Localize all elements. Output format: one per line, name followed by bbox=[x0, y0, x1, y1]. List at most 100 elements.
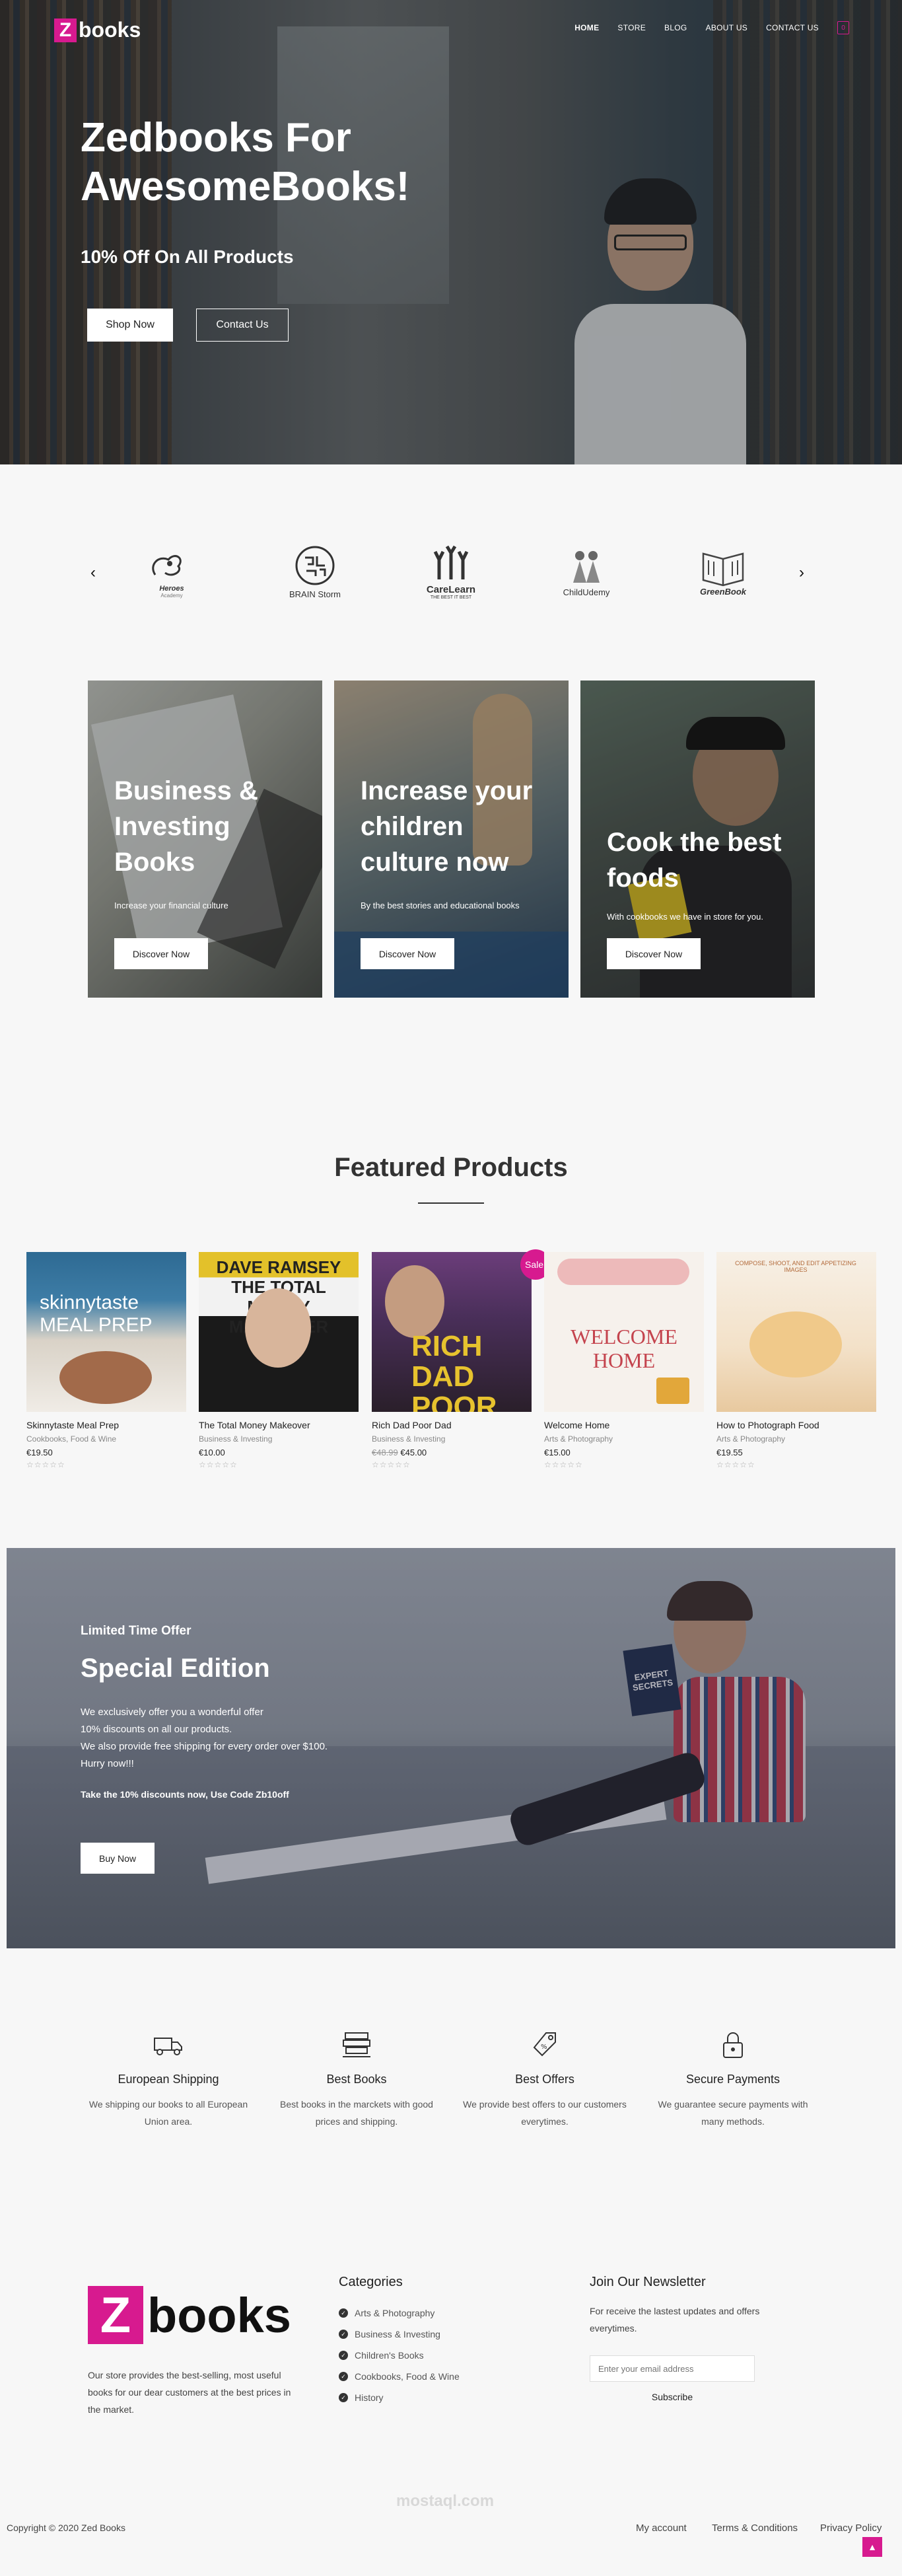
product-card[interactable]: WELCOME HOME Welcome Home Arts & Photogr… bbox=[544, 1252, 704, 1469]
brand-greenbook: GreenBook bbox=[680, 535, 766, 608]
brand-name: CareLearn bbox=[426, 584, 476, 595]
subscribe-button[interactable]: Subscribe bbox=[590, 2392, 755, 2402]
product-name[interactable]: Welcome Home bbox=[544, 1420, 704, 1430]
cover-title: skinnytaste MEAL PREP bbox=[40, 1292, 153, 1336]
nav-store[interactable]: STORE bbox=[617, 23, 646, 32]
product-card[interactable]: COMPOSE, SHOOT, AND EDIT APPETIZING IMAG… bbox=[716, 1252, 876, 1469]
special-title: Special Edition bbox=[81, 1654, 270, 1683]
email-field[interactable] bbox=[590, 2355, 755, 2382]
featured-underline bbox=[418, 1202, 484, 1204]
shop-now-button[interactable]: Shop Now bbox=[87, 309, 173, 342]
rating-stars-icon: ☆☆☆☆☆ bbox=[716, 1460, 755, 1469]
feature-shipping: European Shipping We shipping our books … bbox=[83, 2025, 254, 2130]
product-image[interactable]: skinnytaste MEAL PREP bbox=[26, 1252, 186, 1412]
promo-card-cook[interactable]: Cook the best foods With cookbooks we ha… bbox=[580, 681, 815, 998]
buy-now-button[interactable]: Buy Now bbox=[81, 1843, 155, 1874]
product-price: €48.99 €45.00 bbox=[372, 1448, 427, 1457]
newsletter-desc: For receive the lastest updates and offe… bbox=[590, 2306, 760, 2334]
product-price: €19.50 bbox=[26, 1448, 53, 1457]
brands-prev-arrow[interactable]: ‹ bbox=[90, 564, 96, 582]
brand-name: ChildUdemy bbox=[563, 587, 610, 597]
main-nav: HOME STORE BLOG ABOUT US CONTACT US 0 bbox=[574, 21, 849, 34]
promo-card-business[interactable]: Business & Investing Books Increase your… bbox=[88, 681, 322, 998]
brands-next-arrow[interactable]: › bbox=[799, 564, 804, 582]
category-list: ✓ Arts & Photography ✓ Business & Investin… bbox=[339, 2302, 460, 2408]
category-item[interactable]: ✓ Arts & Photography bbox=[339, 2302, 460, 2324]
nav-contact[interactable]: CONTACT US bbox=[766, 23, 819, 32]
brand-brainstorm: BRAIN Storm bbox=[272, 535, 358, 608]
hero-title: Zedbooks For AwesomeBooks! bbox=[81, 115, 410, 209]
nav-home[interactable]: HOME bbox=[574, 23, 599, 32]
product-category: Business & Investing bbox=[372, 1434, 446, 1444]
brain-logo-icon bbox=[295, 546, 335, 585]
hero-section: Z books HOME STORE BLOG ABOUT US CONTACT… bbox=[0, 0, 902, 464]
logo-mark: Z bbox=[88, 2286, 143, 2344]
feature-desc: We guarantee secure payments with many m… bbox=[658, 2099, 808, 2127]
product-card[interactable]: RICH DAD POOR DAD Sale! Rich Dad Poor Da… bbox=[372, 1249, 551, 1469]
check-icon: ✓ bbox=[339, 2393, 348, 2402]
category-item[interactable]: ✓ Business & Investing bbox=[339, 2324, 460, 2345]
link-privacy[interactable]: Privacy Policy bbox=[820, 2522, 882, 2534]
footer-logo[interactable]: Z books bbox=[88, 2286, 291, 2344]
scroll-top-button[interactable]: ▲ bbox=[862, 2537, 882, 2557]
feature-desc: We shipping our books to all European Un… bbox=[88, 2099, 248, 2127]
category-item[interactable]: ✓ Children's Books bbox=[339, 2345, 460, 2366]
feature-title: Secure Payments bbox=[685, 2073, 781, 2086]
product-name[interactable]: How to Photograph Food bbox=[716, 1420, 876, 1430]
product-price: €10.00 bbox=[199, 1448, 225, 1457]
promo-card-children[interactable]: Increase your children culture now By th… bbox=[334, 681, 569, 998]
product-name[interactable]: Rich Dad Poor Dad bbox=[372, 1420, 532, 1430]
nav-about[interactable]: ABOUT US bbox=[706, 23, 748, 32]
product-category: Arts & Photography bbox=[544, 1434, 613, 1444]
product-image[interactable]: RICH DAD POOR DAD bbox=[372, 1252, 532, 1412]
product-card[interactable]: DAVE RAMSEY THE TOTAL MONEY MAKEOVER The… bbox=[199, 1252, 359, 1469]
brand-childudemy: ChildUdemy bbox=[543, 535, 629, 608]
promo-title: Increase your children culture now bbox=[361, 776, 533, 877]
brand-carelearn: CareLearn THE BEST IT BEST bbox=[408, 535, 494, 608]
link-my-account[interactable]: My account bbox=[636, 2522, 687, 2534]
svg-text:%: % bbox=[541, 2043, 547, 2051]
brand-name: Heroes bbox=[159, 584, 184, 593]
product-image[interactable]: WELCOME HOME bbox=[544, 1252, 704, 1412]
product-card[interactable]: skinnytaste MEAL PREP Skinnytaste Meal P… bbox=[26, 1252, 186, 1469]
nav-blog[interactable]: BLOG bbox=[664, 23, 687, 32]
product-name[interactable]: The Total Money Makeover bbox=[199, 1420, 359, 1430]
feature-payments: Secure Payments We guarantee secure paym… bbox=[647, 2025, 819, 2130]
logo-word: books bbox=[79, 18, 141, 42]
copyright: Copyright © 2020 Zed Books bbox=[7, 2522, 125, 2533]
rating-stars-icon: ☆☆☆☆☆ bbox=[372, 1460, 411, 1469]
brand-name: GreenBook bbox=[699, 586, 747, 597]
brand-name: BRAIN Storm bbox=[289, 589, 341, 599]
feature-desc: We provide best offers to our customers … bbox=[463, 2099, 627, 2127]
cart-icon[interactable]: 0 bbox=[837, 21, 849, 34]
discover-now-button[interactable]: Discover Now bbox=[114, 938, 208, 969]
discover-now-button[interactable]: Discover Now bbox=[607, 938, 701, 969]
feature-title: European Shipping bbox=[118, 2073, 219, 2086]
link-terms[interactable]: Terms & Conditions bbox=[712, 2522, 798, 2534]
categories-title: Categories bbox=[339, 2275, 403, 2289]
site-logo[interactable]: Z books bbox=[54, 18, 141, 42]
special-eyebrow: Limited Time Offer bbox=[81, 1624, 191, 1638]
brand-heroes: Heroes Academy bbox=[129, 535, 215, 608]
feature-offers: % Best Offers We provide best offers to … bbox=[459, 2025, 631, 2130]
book-logo-icon bbox=[702, 552, 744, 586]
footer-about: Our store provides the best-selling, mos… bbox=[88, 2370, 291, 2415]
promo-desc: Increase your financial culture bbox=[114, 901, 228, 910]
promo-desc: With cookbooks we have in store for you. bbox=[607, 912, 764, 922]
promo-desc: By the best stories and educational book… bbox=[361, 901, 520, 910]
check-icon: ✓ bbox=[339, 2308, 348, 2318]
check-icon: ✓ bbox=[339, 2372, 348, 2381]
product-image[interactable]: COMPOSE, SHOOT, AND EDIT APPETIZING IMAG… bbox=[716, 1252, 876, 1412]
category-item[interactable]: ✓ History bbox=[339, 2387, 460, 2408]
cover-title: RICH DAD POOR DAD bbox=[411, 1330, 497, 1413]
product-category: Business & Investing bbox=[199, 1434, 273, 1444]
truck-icon bbox=[154, 2038, 182, 2055]
hero-subtitle: 10% Off On All Products bbox=[81, 246, 294, 267]
contact-us-button[interactable]: Contact Us bbox=[196, 309, 289, 342]
product-name[interactable]: Skinnytaste Meal Prep bbox=[26, 1420, 186, 1430]
category-item[interactable]: ✓ Cookbooks, Food & Wine bbox=[339, 2366, 460, 2387]
rating-stars-icon: ☆☆☆☆☆ bbox=[199, 1460, 238, 1469]
feature-desc: Best books in the marckets with good pri… bbox=[280, 2099, 433, 2127]
discover-now-button[interactable]: Discover Now bbox=[361, 938, 454, 969]
product-image[interactable]: DAVE RAMSEY THE TOTAL MONEY MAKEOVER bbox=[199, 1252, 359, 1412]
